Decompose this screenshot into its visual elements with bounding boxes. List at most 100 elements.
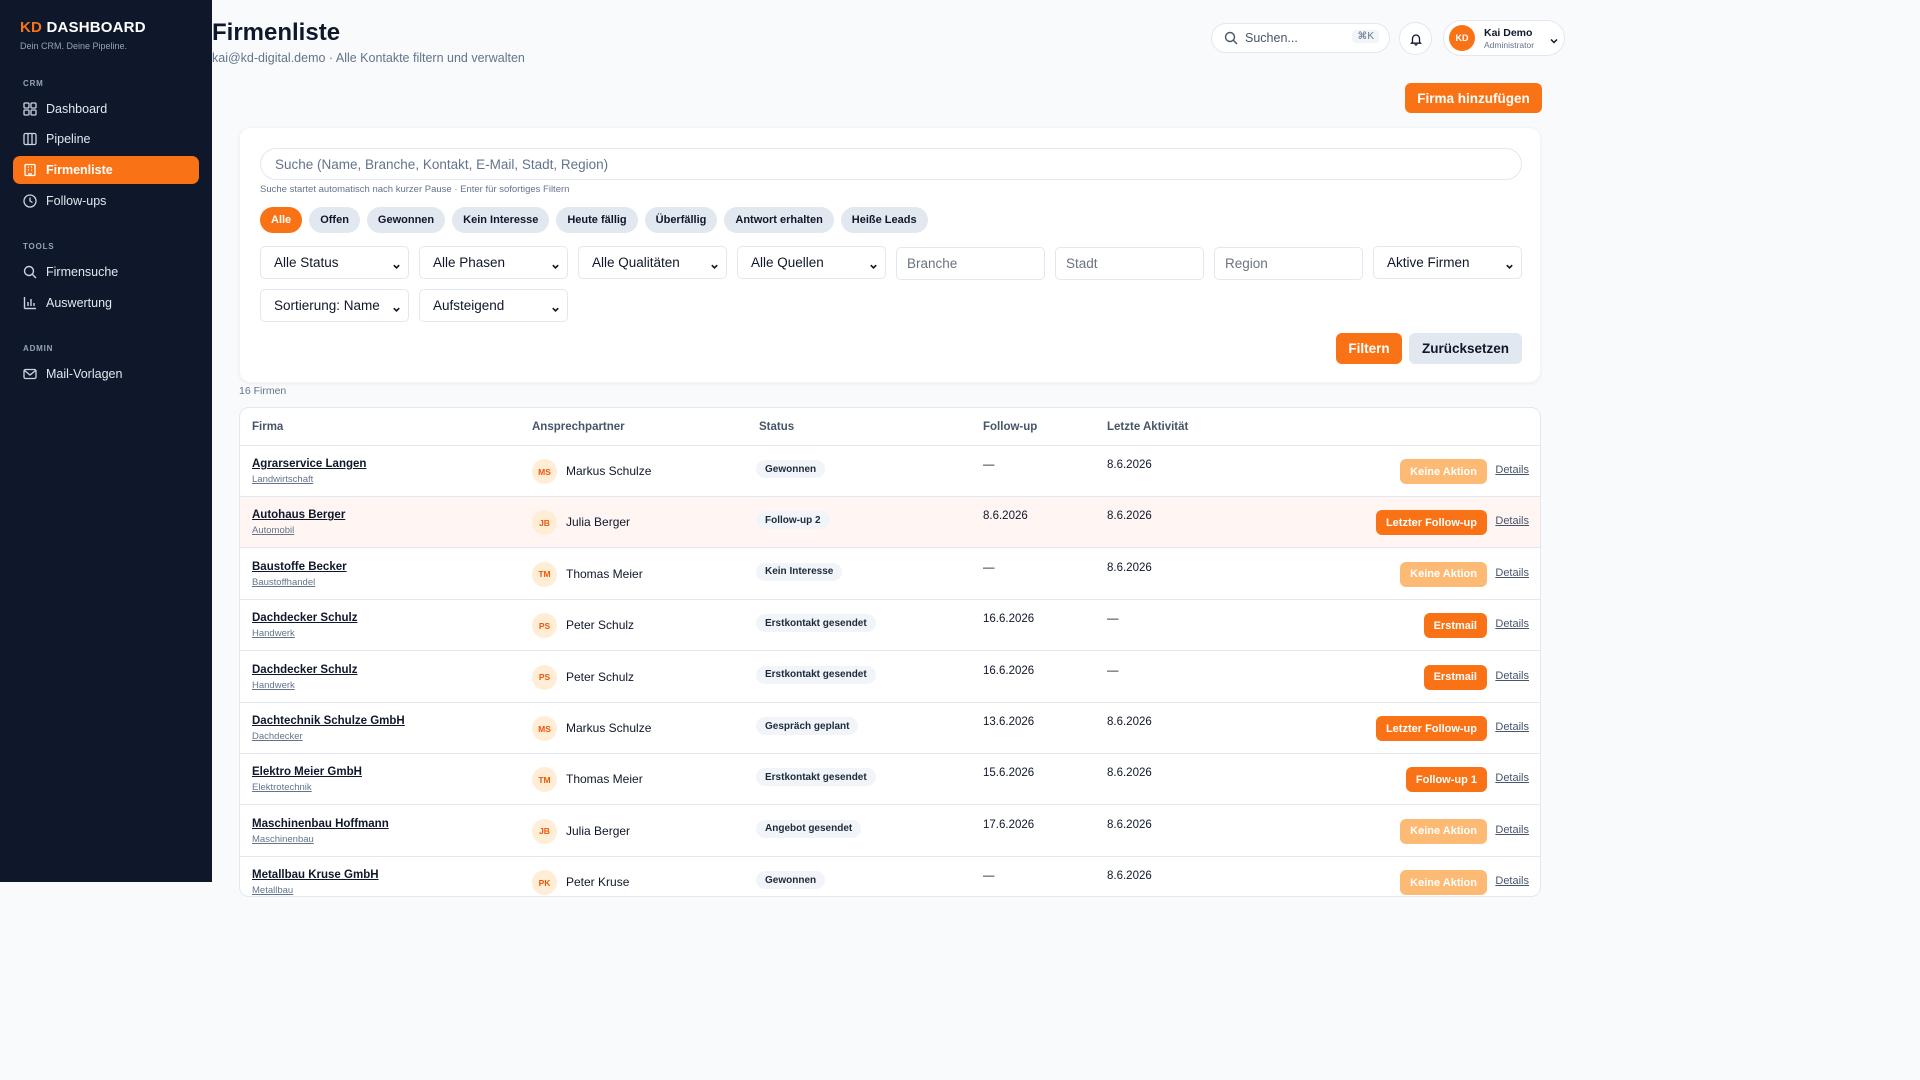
row-action-button[interactable]: Erstmail — [1423, 664, 1487, 690]
company-name-link[interactable]: Baustoffe Becker — [252, 561, 347, 573]
status-select[interactable]: Alle Status — [260, 246, 409, 279]
chip-gewonnen[interactable]: Gewonnen — [366, 207, 446, 233]
company-industry-link[interactable]: Handwerk — [252, 680, 295, 691]
mail-icon — [23, 367, 37, 381]
avatar: TM — [532, 561, 557, 587]
sidebar-item-mail-vorlagen[interactable]: Mail-Vorlagen — [13, 360, 199, 388]
details-link[interactable]: Details — [1495, 464, 1529, 476]
details-link[interactable]: Details — [1495, 618, 1529, 630]
row-action-button[interactable]: Keine Aktion — [1400, 870, 1487, 896]
row-action-button[interactable]: Keine Aktion — [1400, 818, 1487, 844]
chip-ueberfaellig[interactable]: Überfällig — [644, 207, 718, 233]
column-header-ansprechpartner[interactable]: Ansprechpartner — [532, 421, 625, 433]
follow-up-date: 17.6.2026 — [983, 818, 1035, 831]
quick-filter-chips: Alle Offen Gewonnen Kein Interesse Heute… — [260, 207, 928, 233]
status-badge: Kein Interesse — [756, 562, 843, 581]
column-header-letzte-aktivitaet[interactable]: Letzte Aktivität — [1107, 421, 1188, 433]
company-search-input[interactable] — [260, 148, 1522, 180]
company-industry-link[interactable]: Handwerk — [252, 628, 295, 639]
row-action-button[interactable]: Keine Aktion — [1400, 561, 1487, 587]
column-header-follow-up[interactable]: Follow-up — [983, 421, 1037, 433]
details-link[interactable]: Details — [1495, 824, 1529, 836]
user-menu[interactable]: KD Kai Demo Administrator — [1443, 20, 1565, 56]
sidebar-item-firmensuche[interactable]: Firmensuche — [13, 258, 199, 286]
company-industry-link[interactable]: Maschinenbau — [252, 834, 314, 845]
table-row[interactable]: Metallbau Kruse GmbH Metallbau PK Peter Kru… — [240, 857, 1540, 896]
add-company-button[interactable]: Firma hinzufügen — [1405, 83, 1542, 113]
quality-select[interactable]: Alle Qualitäten — [578, 246, 727, 279]
follow-up-date: 16.6.2026 — [983, 613, 1035, 626]
sidebar-item-auswertung[interactable]: Auswertung — [13, 289, 199, 317]
sidebar: KD DASHBOARD Dein CRM. Deine Pipeline. C… — [0, 0, 212, 882]
region-input[interactable] — [1214, 247, 1363, 280]
details-link[interactable]: Details — [1495, 772, 1529, 784]
chevron-down-icon — [1549, 33, 1559, 51]
avatar: TM — [532, 767, 557, 793]
table-row[interactable]: Dachdecker Schulz Handwerk PS Peter Schulz E… — [240, 652, 1540, 703]
table-row[interactable]: Agrarservice Langen Landwirtschaft MS Marku… — [240, 446, 1540, 497]
global-search-input[interactable]: Suchen... ⌘K — [1211, 23, 1390, 53]
company-name-link[interactable]: Dachdecker Schulz — [252, 612, 357, 624]
chip-offen[interactable]: Offen — [309, 207, 360, 233]
chip-kein-interesse[interactable]: Kein Interesse — [452, 207, 550, 233]
table-row[interactable]: Maschinenbau Hoffmann Maschinenbau JB Julia… — [240, 806, 1540, 857]
reset-button[interactable]: Zurücksetzen — [1409, 333, 1522, 364]
row-action-button[interactable]: Erstmail — [1423, 613, 1487, 639]
chip-alle[interactable]: Alle — [260, 207, 303, 233]
phase-select[interactable]: Alle Phasen — [419, 246, 568, 279]
sidebar-item-pipeline[interactable]: Pipeline — [13, 125, 199, 153]
company-name-link[interactable]: Autohaus Berger — [252, 509, 345, 521]
company-name-link[interactable]: Dachdecker Schulz — [252, 664, 357, 676]
row-action-button[interactable]: Follow-up 1 — [1405, 767, 1487, 793]
chip-antwort-erhalten[interactable]: Antwort erhalten — [724, 207, 834, 233]
chevron-down-icon — [551, 259, 560, 274]
user-role: Administrator — [1484, 40, 1535, 50]
company-name-link[interactable]: Elektro Meier GmbH — [252, 766, 362, 778]
brand-logo[interactable]: KD DASHBOARD — [20, 19, 146, 36]
table-row[interactable]: Dachdecker Schulz Handwerk PS Peter Schulz E… — [240, 600, 1540, 652]
company-name-link[interactable]: Agrarservice Langen — [252, 458, 366, 470]
column-header-firma[interactable]: Firma — [252, 421, 283, 433]
sidebar-item-follow-ups[interactable]: Follow-ups — [13, 187, 199, 215]
row-action-button[interactable]: Keine Aktion — [1400, 459, 1487, 484]
details-link[interactable]: Details — [1495, 567, 1529, 579]
table-row[interactable]: Autohaus Berger Automobil JB Julia Berger Fo… — [240, 497, 1540, 549]
company-name-link[interactable]: Dachtechnik Schulze GmbH — [252, 715, 405, 727]
avatar: PS — [532, 664, 557, 690]
sidebar-item-firmenliste[interactable]: Firmenliste — [13, 156, 199, 184]
branche-input[interactable] — [896, 247, 1045, 280]
details-link[interactable]: Details — [1495, 721, 1529, 733]
active-companies-select[interactable]: Aktive Firmen — [1373, 246, 1522, 279]
details-link[interactable]: Details — [1495, 670, 1529, 682]
details-link[interactable]: Details — [1495, 515, 1529, 527]
order-select[interactable]: Aufsteigend — [419, 289, 568, 322]
details-link[interactable]: Details — [1495, 875, 1529, 887]
row-action-button[interactable]: Letzter Follow-up — [1375, 510, 1487, 536]
stadt-input[interactable] — [1055, 247, 1204, 280]
company-name-link[interactable]: Metallbau Kruse GmbH — [252, 869, 379, 881]
table-row[interactable]: Elektro Meier GmbH Elektrotechnik TM Thomas… — [240, 754, 1540, 806]
chip-heute-faellig[interactable]: Heute fällig — [556, 207, 638, 233]
source-select[interactable]: Alle Quellen — [737, 246, 886, 279]
company-industry-link[interactable]: Metallbau — [252, 885, 293, 896]
company-name-link[interactable]: Maschinenbau Hoffmann — [252, 818, 389, 830]
company-industry-link[interactable]: Baustoffhandel — [252, 577, 315, 588]
chip-heisse-leads[interactable]: Heiße Leads — [840, 207, 928, 233]
avatar: JB — [532, 510, 557, 536]
filter-button[interactable]: Filtern — [1336, 333, 1402, 364]
last-activity-date: — — [1107, 664, 1119, 677]
sidebar-item-dashboard[interactable]: Dashboard — [13, 95, 199, 123]
sort-select[interactable]: Sortierung: Name — [260, 289, 409, 322]
company-industry-link[interactable]: Elektrotechnik — [252, 782, 312, 793]
sidebar-item-label: Auswertung — [46, 296, 113, 310]
table-row[interactable]: Dachtechnik Schulze GmbH Dachdecker MS Mark… — [240, 703, 1540, 754]
result-count: 16 Firmen — [239, 385, 287, 397]
table-row[interactable]: Baustoffe Becker Baustoffhandel TM Thomas M… — [240, 549, 1540, 600]
company-industry-link[interactable]: Dachdecker — [252, 731, 303, 742]
avatar: JB — [532, 818, 557, 844]
company-industry-link[interactable]: Automobil — [252, 525, 294, 536]
row-action-button[interactable]: Letzter Follow-up — [1375, 716, 1487, 741]
company-industry-link[interactable]: Landwirtschaft — [252, 474, 313, 485]
column-header-status[interactable]: Status — [759, 421, 794, 433]
notifications-button[interactable] — [1399, 22, 1432, 55]
